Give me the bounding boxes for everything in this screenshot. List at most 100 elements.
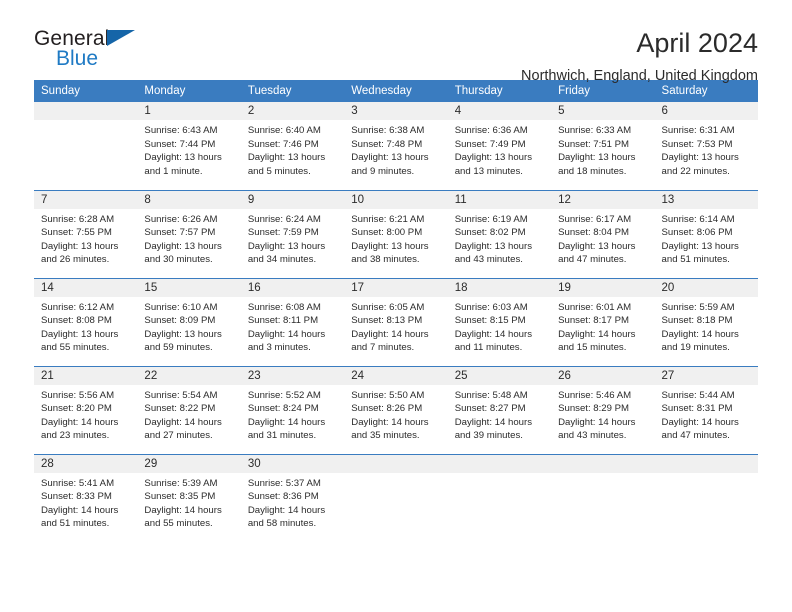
calendar-day-cell[interactable]: 18 Sunrise: 6:03 AM Sunset: 8:15 PM Dayl…: [447, 277, 552, 366]
calendar-day-cell[interactable]: 25 Sunrise: 5:48 AM Sunset: 8:27 PM Dayl…: [447, 365, 552, 454]
day-number: 11: [447, 190, 552, 209]
daylight-text-line1: Daylight: 14 hours: [661, 328, 739, 340]
day-number: 13: [654, 190, 758, 209]
day-number: [34, 102, 138, 120]
calendar-day-cell[interactable]: 24 Sunrise: 5:50 AM Sunset: 8:26 PM Dayl…: [344, 365, 448, 454]
sunrise-text: Sunrise: 5:44 AM: [661, 389, 735, 401]
calendar-day-cell[interactable]: 22 Sunrise: 5:54 AM Sunset: 8:22 PM Dayl…: [137, 365, 241, 454]
sunset-text: Sunset: 8:00 PM: [351, 227, 423, 238]
calendar-day-cell[interactable]: 29 Sunrise: 5:39 AM Sunset: 8:35 PM Dayl…: [137, 453, 241, 542]
day-details: Sunrise: 6:14 AM Sunset: 8:06 PM Dayligh…: [655, 209, 758, 267]
sunrise-text: Sunrise: 6:10 AM: [144, 301, 218, 313]
day-number: 25: [447, 366, 552, 385]
sunset-text: Sunset: 8:27 PM: [454, 403, 526, 414]
day-number: 3: [344, 102, 448, 120]
daylight-text-line1: Daylight: 13 hours: [41, 328, 119, 340]
calendar-day-cell[interactable]: 27 Sunrise: 5:44 AM Sunset: 8:31 PM Dayl…: [654, 365, 758, 454]
day-details: Sunrise: 6:03 AM Sunset: 8:15 PM Dayligh…: [448, 297, 551, 355]
day-number: 27: [654, 366, 758, 385]
day-details: Sunrise: 5:46 AM Sunset: 8:29 PM Dayligh…: [551, 385, 654, 443]
daylight-text-line2: and 18 minutes.: [558, 165, 627, 177]
daylight-text-line1: Daylight: 14 hours: [454, 416, 533, 428]
calendar-day-cell[interactable]: 21 Sunrise: 5:56 AM Sunset: 8:20 PM Dayl…: [34, 365, 138, 454]
calendar-day-cell[interactable]: 8 Sunrise: 6:26 AM Sunset: 7:57 PM Dayli…: [137, 189, 241, 278]
day-details: Sunrise: 6:36 AM Sunset: 7:49 PM Dayligh…: [448, 120, 551, 178]
day-details: Sunrise: 6:12 AM Sunset: 8:08 PM Dayligh…: [34, 297, 137, 355]
daylight-text-line1: Daylight: 13 hours: [351, 152, 429, 163]
calendar-day-cell: [34, 102, 138, 190]
daylight-text-line2: and 9 minutes.: [351, 165, 415, 177]
calendar-day-cell[interactable]: 26 Sunrise: 5:46 AM Sunset: 8:29 PM Dayl…: [551, 365, 655, 454]
calendar-day-cell[interactable]: 28 Sunrise: 5:41 AM Sunset: 8:33 PM Dayl…: [34, 453, 138, 542]
daylight-text-line1: Daylight: 14 hours: [351, 416, 429, 428]
calendar-day-cell[interactable]: 15 Sunrise: 6:10 AM Sunset: 8:09 PM Dayl…: [137, 277, 241, 366]
calendar-day-cell[interactable]: 14 Sunrise: 6:12 AM Sunset: 8:08 PM Dayl…: [34, 277, 138, 366]
daylight-text-line2: and 55 minutes.: [41, 342, 110, 353]
calendar-day-cell[interactable]: 16 Sunrise: 6:08 AM Sunset: 8:11 PM Dayl…: [240, 277, 345, 366]
day-number: 21: [34, 366, 138, 385]
page-header: General Blue April 2024 Northwich, Engla…: [34, 0, 758, 85]
day-details: Sunrise: 6:38 AM Sunset: 7:48 PM Dayligh…: [344, 120, 447, 178]
daylight-text-line2: and 22 minutes.: [661, 165, 730, 177]
sunset-text: Sunset: 8:09 PM: [144, 315, 216, 326]
day-details: Sunrise: 6:31 AM Sunset: 7:53 PM Dayligh…: [655, 120, 758, 178]
brand-logo[interactable]: General Blue: [34, 28, 144, 80]
calendar-body: 1 Sunrise: 6:43 AM Sunset: 7:44 PM Dayli…: [34, 102, 758, 542]
daylight-text-line2: and 35 minutes.: [351, 430, 420, 441]
day-details: Sunrise: 5:56 AM Sunset: 8:20 PM Dayligh…: [34, 385, 137, 443]
daylight-text-line1: Daylight: 13 hours: [144, 240, 222, 252]
calendar-day-cell[interactable]: 2 Sunrise: 6:40 AM Sunset: 7:46 PM Dayli…: [240, 102, 345, 190]
daylight-text-line1: Daylight: 13 hours: [558, 152, 636, 163]
calendar-day-cell[interactable]: 10 Sunrise: 6:21 AM Sunset: 8:00 PM Dayl…: [344, 189, 448, 278]
calendar-day-cell[interactable]: 13 Sunrise: 6:14 AM Sunset: 8:06 PM Dayl…: [654, 189, 758, 278]
daylight-text-line1: Daylight: 14 hours: [41, 416, 119, 428]
calendar-day-cell[interactable]: 11 Sunrise: 6:19 AM Sunset: 8:02 PM Dayl…: [447, 189, 552, 278]
calendar-day-cell[interactable]: 17 Sunrise: 6:05 AM Sunset: 8:13 PM Dayl…: [344, 277, 448, 366]
daylight-text-line2: and 31 minutes.: [247, 430, 317, 441]
daylight-text-line2: and 23 minutes.: [41, 430, 110, 441]
sunrise-text: Sunrise: 6:26 AM: [144, 213, 218, 225]
daylight-text-line2: and 27 minutes.: [144, 430, 213, 441]
day-details: Sunrise: 6:08 AM Sunset: 8:11 PM Dayligh…: [241, 297, 344, 355]
sunset-text: Sunset: 7:57 PM: [144, 227, 216, 238]
sunset-text: Sunset: 7:48 PM: [351, 138, 423, 150]
sunrise-text: Sunrise: 6:03 AM: [454, 301, 528, 313]
daylight-text-line2: and 38 minutes.: [351, 254, 420, 265]
calendar-day-cell[interactable]: 7 Sunrise: 6:28 AM Sunset: 7:55 PM Dayli…: [34, 189, 138, 278]
calendar-day-cell[interactable]: 1 Sunrise: 6:43 AM Sunset: 7:44 PM Dayli…: [137, 102, 241, 190]
calendar-day-cell[interactable]: 23 Sunrise: 5:52 AM Sunset: 8:24 PM Dayl…: [240, 365, 345, 454]
daylight-text-line2: and 7 minutes.: [351, 342, 415, 353]
calendar-table: Sunday Monday Tuesday Wednesday Thursday…: [34, 80, 758, 542]
calendar-day-cell: [551, 453, 655, 542]
calendar-day-cell[interactable]: 3 Sunrise: 6:38 AM Sunset: 7:48 PM Dayli…: [344, 102, 448, 190]
page-title: April 2024: [636, 28, 758, 58]
sunrise-text: Sunrise: 6:01 AM: [558, 301, 632, 313]
daylight-text-line2: and 51 minutes.: [41, 518, 110, 529]
daylight-text-line2: and 39 minutes.: [454, 430, 523, 441]
calendar-day-cell[interactable]: 9 Sunrise: 6:24 AM Sunset: 7:59 PM Dayli…: [240, 189, 345, 278]
day-number: 1: [137, 102, 241, 120]
day-details: Sunrise: 6:01 AM Sunset: 8:17 PM Dayligh…: [551, 297, 654, 355]
calendar-day-cell[interactable]: 20 Sunrise: 5:59 AM Sunset: 8:18 PM Dayl…: [654, 277, 758, 366]
calendar-day-cell[interactable]: 12 Sunrise: 6:17 AM Sunset: 8:04 PM Dayl…: [551, 189, 655, 278]
day-number: [551, 454, 655, 473]
calendar-day-cell[interactable]: 4 Sunrise: 6:36 AM Sunset: 7:49 PM Dayli…: [447, 102, 552, 190]
daylight-text-line2: and 3 minutes.: [247, 342, 311, 353]
daylight-text-line2: and 34 minutes.: [247, 254, 317, 265]
daylight-text-line1: Daylight: 13 hours: [144, 328, 222, 340]
sunrise-text: Sunrise: 6:24 AM: [247, 213, 321, 225]
day-details: Sunrise: 6:43 AM Sunset: 7:44 PM Dayligh…: [137, 120, 240, 178]
calendar-day-cell[interactable]: 5 Sunrise: 6:33 AM Sunset: 7:51 PM Dayli…: [551, 102, 655, 190]
daylight-text-line1: Daylight: 13 hours: [454, 152, 533, 163]
sunrise-text: Sunrise: 6:17 AM: [558, 213, 632, 225]
day-number: 29: [137, 454, 241, 473]
sunrise-text: Sunrise: 6:08 AM: [247, 301, 321, 313]
calendar-day-cell[interactable]: 19 Sunrise: 6:01 AM Sunset: 8:17 PM Dayl…: [551, 277, 655, 366]
calendar-week-row: 1 Sunrise: 6:43 AM Sunset: 7:44 PM Dayli…: [34, 102, 758, 190]
calendar-day-cell[interactable]: 6 Sunrise: 6:31 AM Sunset: 7:53 PM Dayli…: [654, 102, 758, 190]
calendar-day-cell[interactable]: 30 Sunrise: 5:37 AM Sunset: 8:36 PM Dayl…: [240, 453, 345, 542]
sunrise-text: Sunrise: 5:37 AM: [247, 477, 321, 489]
daylight-text-line1: Daylight: 13 hours: [558, 240, 636, 252]
day-details: Sunrise: 6:28 AM Sunset: 7:55 PM Dayligh…: [34, 209, 137, 267]
day-number: 24: [344, 366, 448, 385]
